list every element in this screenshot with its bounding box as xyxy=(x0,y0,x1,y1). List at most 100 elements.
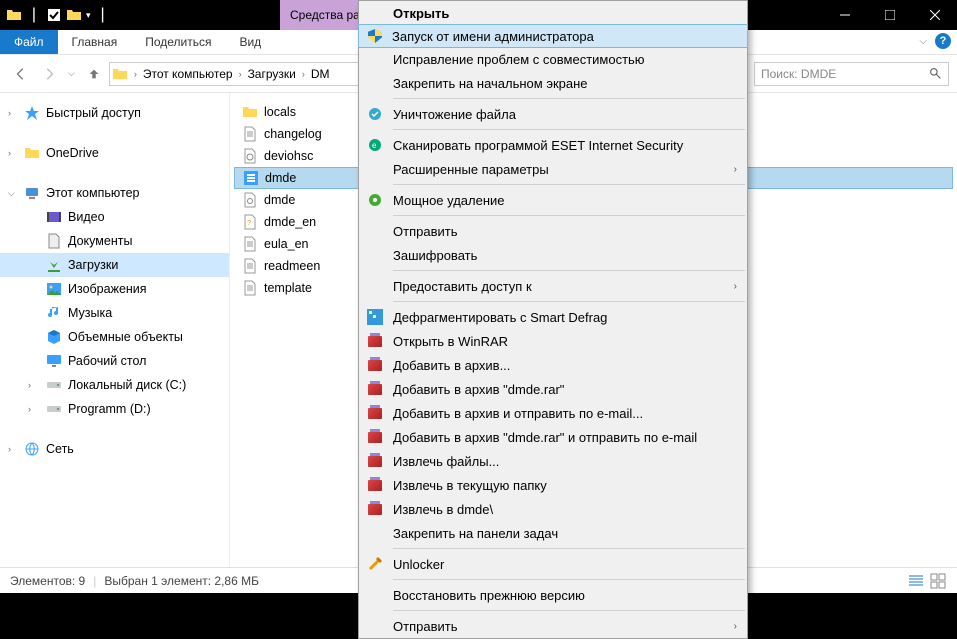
forward-button[interactable] xyxy=(36,61,62,87)
text-file-icon xyxy=(242,280,258,296)
cm-winrar-extract-folder[interactable]: Извлечь в dmde\ xyxy=(359,497,747,521)
chevron-right-icon: › xyxy=(28,404,31,414)
view-large-icon[interactable] xyxy=(929,572,947,590)
sidebar-quick-access[interactable]: ›Быстрый доступ xyxy=(0,101,229,125)
text-file-icon xyxy=(242,236,258,252)
context-menu: Открыть Запуск от имени администратора И… xyxy=(358,0,748,639)
help-icon[interactable]: ? xyxy=(935,33,951,49)
cm-eset-scan[interactable]: eСканировать программой ESET Internet Se… xyxy=(359,133,747,157)
cm-pin-start[interactable]: Закрепить на начальном экране xyxy=(359,71,747,95)
cm-winrar-add-email[interactable]: Добавить в архив и отправить по e-mail..… xyxy=(359,401,747,425)
navigation-pane: ›Быстрый доступ ›OneDrive ⌵Этот компьюте… xyxy=(0,93,230,567)
cm-winrar-add-named-email[interactable]: Добавить в архив "dmde.rar" и отправить … xyxy=(359,425,747,449)
iobit-icon xyxy=(367,192,383,208)
exe-icon xyxy=(243,170,259,186)
cm-restore-version[interactable]: Восстановить прежнюю версию xyxy=(359,583,747,607)
checkbox-icon[interactable] xyxy=(46,7,62,23)
cm-winrar-open[interactable]: Открыть в WinRAR xyxy=(359,329,747,353)
svg-text:?: ? xyxy=(247,220,251,227)
ini-file-icon xyxy=(242,192,258,208)
network-icon xyxy=(24,441,40,457)
sidebar-3dobjects[interactable]: Объемные объекты xyxy=(0,325,229,349)
cm-shred[interactable]: Уничтожение файла xyxy=(359,102,747,126)
up-button[interactable] xyxy=(81,61,107,87)
breadcrumb-downloads[interactable]: Загрузки xyxy=(244,67,300,81)
cm-compatibility[interactable]: Исправление проблем с совместимостью xyxy=(359,47,747,71)
qat-divider: | xyxy=(95,7,111,23)
chevron-right-icon: › xyxy=(734,281,737,292)
chevron-right-icon: › xyxy=(28,380,31,390)
cm-separator xyxy=(393,270,745,271)
document-icon xyxy=(46,233,62,249)
sidebar-desktop[interactable]: Рабочий стол xyxy=(0,349,229,373)
folder-icon xyxy=(24,145,40,161)
download-icon xyxy=(46,257,62,273)
cm-sendto-submenu[interactable]: Отправить› xyxy=(359,614,747,638)
chevron-right-icon: › xyxy=(8,444,11,454)
breadcrumb-sep-icon[interactable]: › xyxy=(132,69,139,79)
sidebar-documents[interactable]: Документы xyxy=(0,229,229,253)
winrar-icon xyxy=(367,429,383,445)
breadcrumb-folder[interactable]: DM xyxy=(307,67,334,81)
chevron-right-icon: › xyxy=(734,621,737,632)
cm-separator xyxy=(393,301,745,302)
chevron-right-icon: › xyxy=(8,148,11,158)
tab-home[interactable]: Главная xyxy=(58,30,132,54)
breadcrumb-sep-icon[interactable]: › xyxy=(300,69,307,79)
status-selection: Выбран 1 элемент: 2,86 МБ xyxy=(104,574,259,588)
history-dropdown-icon[interactable]: ⌵ xyxy=(64,68,79,79)
cm-separator xyxy=(393,98,745,99)
cm-power-delete[interactable]: Мощное удаление xyxy=(359,188,747,212)
tab-share[interactable]: Поделиться xyxy=(131,30,225,54)
qat-dropdown-icon[interactable]: ▾ xyxy=(86,10,91,21)
drive-icon xyxy=(46,377,62,393)
ribbon-collapse-icon[interactable]: ⌵ xyxy=(919,36,927,47)
sidebar-programm[interactable]: ›Programm (D:) xyxy=(0,397,229,421)
chevron-down-icon: ⌵ xyxy=(8,188,15,199)
sidebar-localdisk[interactable]: ›Локальный диск (C:) xyxy=(0,373,229,397)
window-controls xyxy=(822,0,957,30)
cm-run-as-admin[interactable]: Запуск от имени администратора xyxy=(358,24,748,48)
winrar-icon xyxy=(367,333,383,349)
eset-icon: e xyxy=(367,137,383,153)
folder-icon xyxy=(242,104,258,120)
maximize-button[interactable] xyxy=(867,0,912,30)
shield-icon xyxy=(367,28,383,44)
cm-encrypt[interactable]: Зашифровать xyxy=(359,243,747,267)
back-button[interactable] xyxy=(8,61,34,87)
chevron-right-icon: › xyxy=(734,164,737,175)
cm-winrar-add[interactable]: Добавить в архив... xyxy=(359,353,747,377)
winrar-icon xyxy=(367,405,383,421)
folder-icon xyxy=(6,7,22,23)
cm-winrar-add-named[interactable]: Добавить в архив "dmde.rar" xyxy=(359,377,747,401)
minimize-button[interactable] xyxy=(822,0,867,30)
sidebar-pictures[interactable]: Изображения xyxy=(0,277,229,301)
cm-pin-taskbar[interactable]: Закрепить на панели задач xyxy=(359,521,747,545)
close-button[interactable] xyxy=(912,0,957,30)
music-icon xyxy=(46,305,62,321)
search-input[interactable]: Поиск: DMDE xyxy=(754,62,949,86)
search-icon xyxy=(929,67,942,80)
cm-winrar-extract[interactable]: Извлечь файлы... xyxy=(359,449,747,473)
text-file-icon xyxy=(242,126,258,142)
cm-give-access[interactable]: Предоставить доступ к› xyxy=(359,274,747,298)
breadcrumb-root[interactable]: Этот компьютер xyxy=(139,67,237,81)
cm-defrag[interactable]: Дефрагментировать с Smart Defrag xyxy=(359,305,747,329)
tab-file[interactable]: Файл xyxy=(0,30,58,54)
cm-open[interactable]: Открыть xyxy=(359,1,747,25)
cm-unlocker[interactable]: Unlocker xyxy=(359,552,747,576)
folder-icon xyxy=(112,66,128,82)
sidebar-network[interactable]: ›Сеть xyxy=(0,437,229,461)
sidebar-downloads[interactable]: Загрузки xyxy=(0,253,229,277)
view-details-icon[interactable] xyxy=(907,572,925,590)
qat-divider: | xyxy=(26,7,42,23)
sidebar-thispc[interactable]: ⌵Этот компьютер xyxy=(0,181,229,205)
breadcrumb-sep-icon[interactable]: › xyxy=(237,69,244,79)
tab-view[interactable]: Вид xyxy=(225,30,275,54)
cm-winrar-extract-here[interactable]: Извлечь в текущую папку xyxy=(359,473,747,497)
sidebar-video[interactable]: Видео xyxy=(0,205,229,229)
sidebar-onedrive[interactable]: ›OneDrive xyxy=(0,141,229,165)
cm-sendto[interactable]: Отправить xyxy=(359,219,747,243)
cm-eset-advanced[interactable]: Расширенные параметры› xyxy=(359,157,747,181)
sidebar-music[interactable]: Музыка xyxy=(0,301,229,325)
